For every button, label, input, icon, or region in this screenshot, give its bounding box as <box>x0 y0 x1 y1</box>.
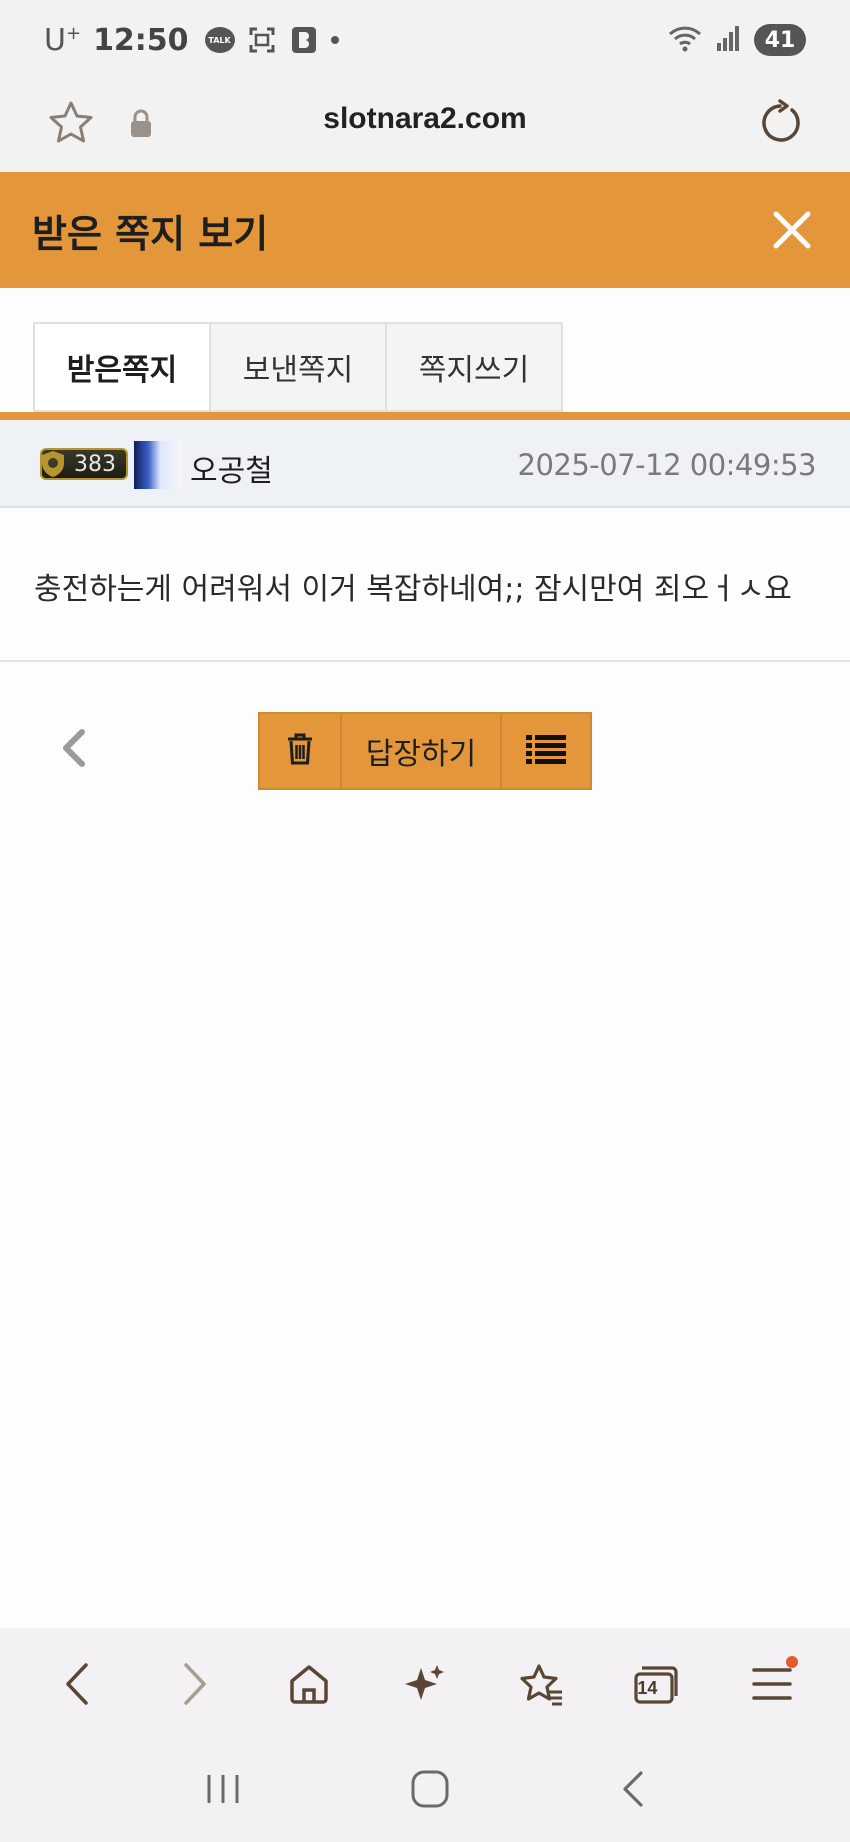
page-header: 받은 쪽지 보기 <box>0 172 850 288</box>
prev-arrow-icon[interactable] <box>56 728 92 768</box>
level-badge: 383 <box>40 448 128 480</box>
trash-icon <box>285 732 315 770</box>
kakaotalk-icon: TALK <box>204 25 235 55</box>
screen: U+ 12:50 TALK 41 slotnara2.com 받은 쪽지 보기 … <box>0 0 850 1842</box>
bookmark-star-icon[interactable] <box>46 98 96 152</box>
message-date: 2025-07-12 00:49:53 <box>517 448 817 482</box>
tab-compose[interactable]: 쪽지쓰기 <box>385 322 563 412</box>
carrier: U+ <box>44 22 82 58</box>
divider <box>0 660 850 662</box>
battery-indicator: 41 <box>754 24 806 56</box>
lock-icon[interactable] <box>128 108 154 142</box>
tab-received[interactable]: 받은쪽지 <box>33 322 211 412</box>
delete-button[interactable] <box>260 714 342 788</box>
signal-icon <box>716 25 740 55</box>
list-icon <box>526 734 566 768</box>
system-nav-bar <box>0 1740 850 1842</box>
menu-notification-dot <box>786 1656 799 1668</box>
notification-dot-icon <box>330 36 339 44</box>
tab-sent[interactable]: 보낸쪽지 <box>209 322 387 412</box>
tab-count: 14 <box>637 1678 658 1698</box>
status-left: U+ 12:50 TALK <box>44 23 339 58</box>
sender-name[interactable]: 오공철 <box>190 446 273 490</box>
tabs-icon[interactable]: 14 <box>626 1654 686 1714</box>
menu-icon[interactable] <box>742 1654 802 1714</box>
sender-avatar <box>134 441 182 489</box>
tabs-underline <box>0 412 850 420</box>
message-tabs: 받은쪽지 보낸쪽지 쪽지쓰기 <box>33 322 563 412</box>
reload-icon[interactable] <box>756 98 804 150</box>
reply-button[interactable]: 답장하기 <box>342 714 502 788</box>
screenshot-icon <box>247 25 277 55</box>
status-right: 41 <box>668 24 806 56</box>
level-shield-icon <box>38 449 68 479</box>
wifi-icon <box>668 24 702 56</box>
browser-url-bar: slotnara2.com <box>0 80 850 172</box>
home-button-icon[interactable] <box>410 1769 450 1813</box>
close-icon[interactable] <box>768 206 816 254</box>
sparkle-ai-icon[interactable] <box>395 1654 455 1714</box>
page-title: 받은 쪽지 보기 <box>32 211 269 256</box>
clock: 12:50 <box>93 22 189 58</box>
message-body: 충전하는게 어려워서 이거 복잡하네여;; 잠시만여 죄오ㅓㅅ요 <box>34 572 792 607</box>
back-icon[interactable] <box>48 1654 108 1714</box>
status-bar: U+ 12:50 TALK 41 <box>0 0 850 80</box>
recent-apps-icon[interactable] <box>203 1771 243 1811</box>
message-actions: 답장하기 <box>258 712 592 790</box>
list-button[interactable] <box>502 714 590 788</box>
system-back-icon[interactable] <box>617 1769 647 1813</box>
browser-toolbar: 14 <box>0 1628 850 1740</box>
home-icon[interactable] <box>279 1654 339 1714</box>
forward-icon[interactable] <box>164 1654 224 1714</box>
message-meta-row: 383 오공철 2025-07-12 00:49:53 <box>0 420 850 508</box>
bookmarks-icon[interactable] <box>511 1654 571 1714</box>
level-number: 383 <box>74 451 116 477</box>
b-app-icon <box>289 25 319 55</box>
